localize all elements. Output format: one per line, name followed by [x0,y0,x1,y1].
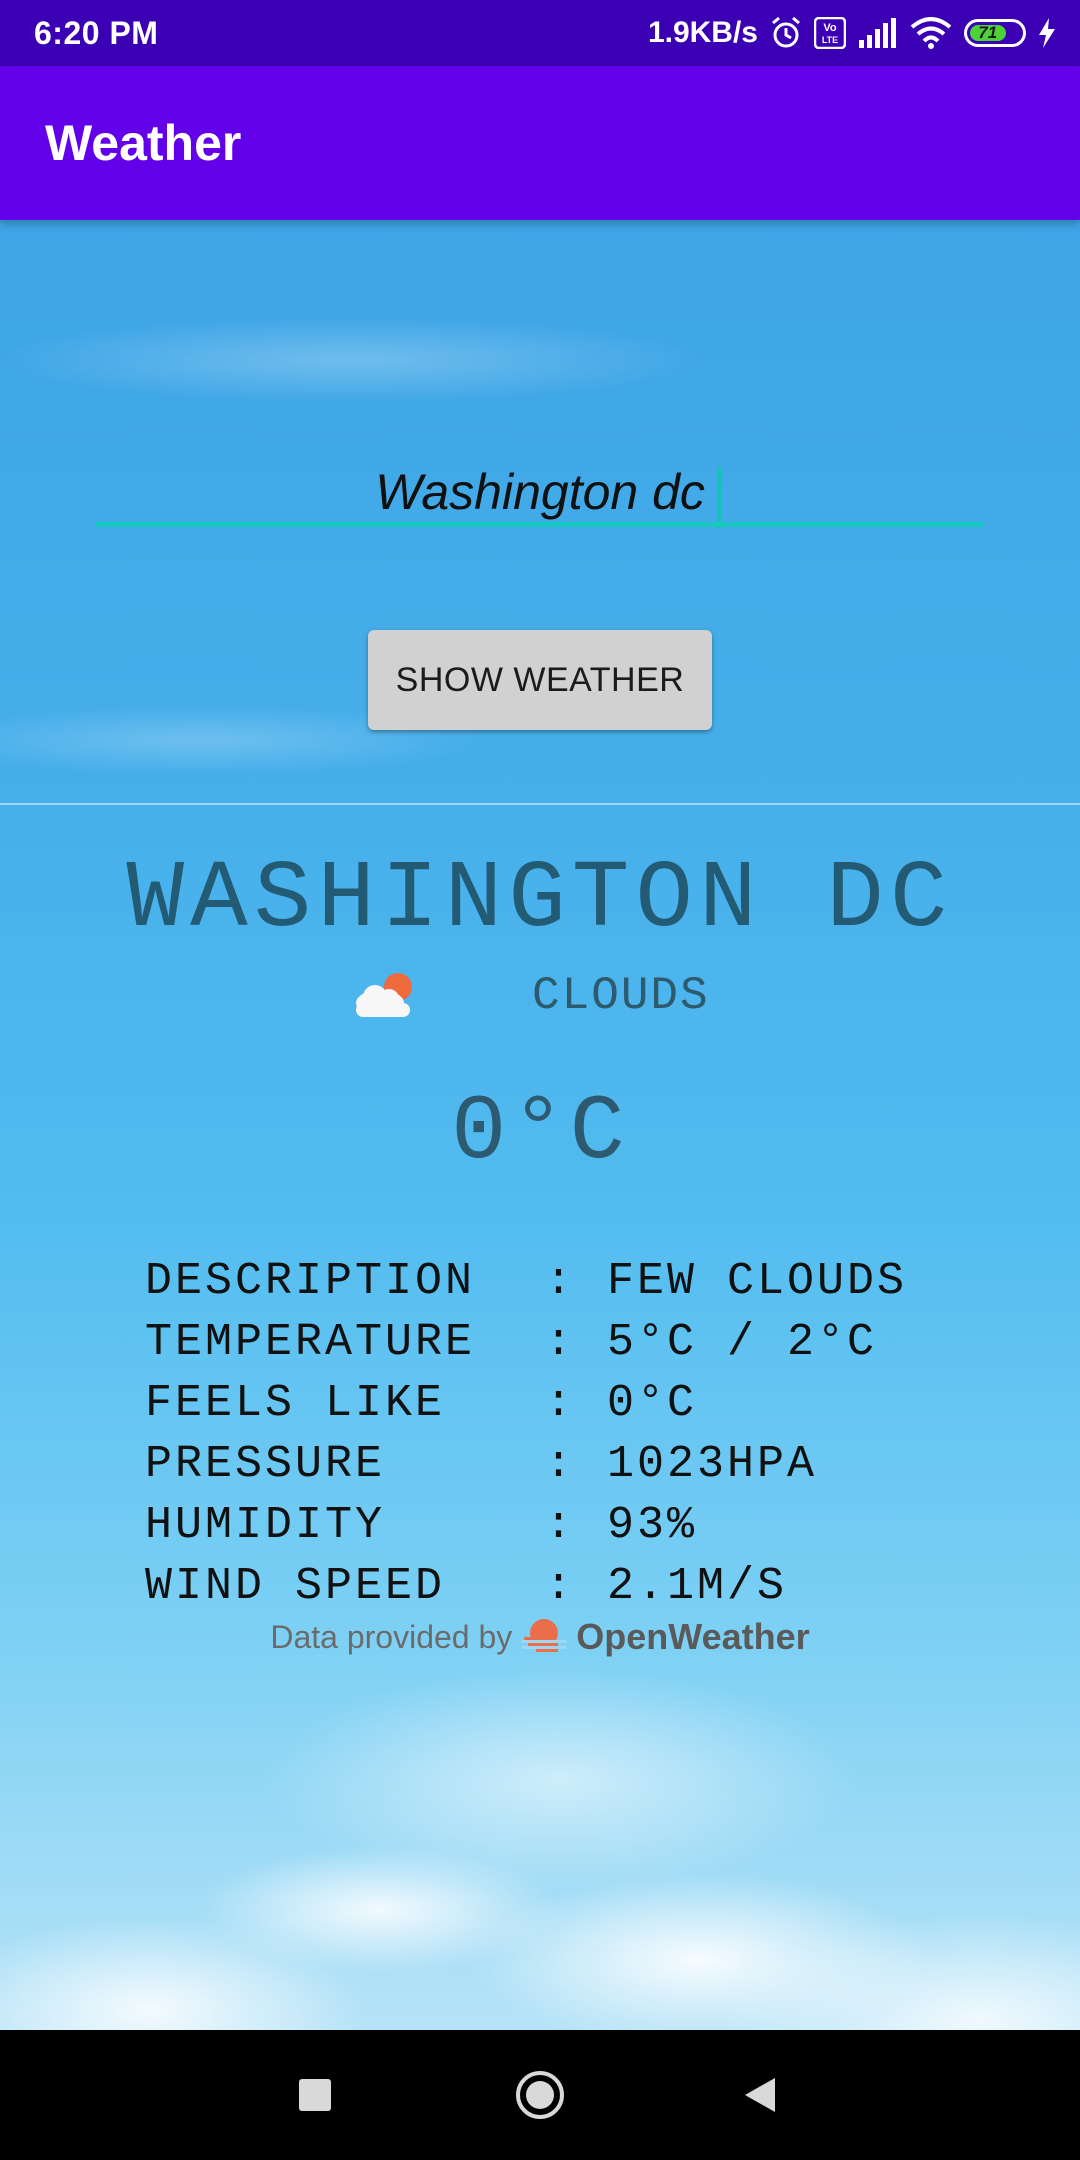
divider [0,803,1080,805]
detail-label: HUMIDITY [145,1500,386,1551]
svg-text:LTE: LTE [822,35,838,45]
home-circle-icon[interactable] [495,2030,585,2160]
detail-label: FEELS LIKE [145,1378,446,1429]
detail-separator: : [545,1378,576,1429]
alarm-icon [770,16,802,50]
detail-label: WIND SPEED [145,1561,446,1612]
back-triangle-icon[interactable] [715,2030,805,2160]
detail-separator: : [545,1439,576,1490]
condition-row: CLOUDS [350,961,710,1031]
show-weather-button[interactable]: SHOW WEATHER [368,630,712,730]
detail-row-wind-speed: WIND SPEED : 2.1M/S [145,1561,907,1612]
network-speed: 1.9KB/s [647,16,758,49]
weather-details: DESCRIPTION : FEW CLOUDS TEMPERATURE : 5… [145,1256,908,1612]
detail-separator: : [545,1317,576,1368]
status-bar: 6:20 PM 1.9KB/s Vo LTE 71 [0,0,1080,66]
app-title: Weather [45,115,242,171]
battery-level: 71 [970,23,1006,42]
detail-row-description: DESCRIPTION : FEW CLOUDS [145,1256,908,1307]
city-input-container[interactable] [96,450,984,542]
detail-value: 1023HPA [607,1439,818,1490]
current-temperature: 0°C [451,1080,629,1185]
condition-text: CLOUDS [532,970,710,1022]
svg-text:Vo: Vo [823,22,837,34]
detail-value: 5°C / 2°C [607,1317,878,1368]
input-underline [96,522,984,527]
signal-icon [858,18,898,48]
detail-value: FEW CLOUDS [607,1256,908,1307]
attribution-brand: OpenWeather [576,1616,810,1657]
recents-square-icon[interactable] [270,2030,360,2160]
city-name: WASHINGTON DC [126,845,954,954]
status-icons: 1.9KB/s Vo LTE 71 [648,0,1056,66]
volte-icon: Vo LTE [814,17,846,49]
attribution-prefix: Data provided by [270,1618,513,1655]
detail-value: 93% [607,1500,698,1551]
navigation-bar [0,2030,1080,2160]
detail-value: 0°C [607,1378,698,1429]
detail-row-humidity: HUMIDITY : 93% [145,1500,907,1551]
openweather-logo-icon [522,1617,567,1658]
text-cursor [717,466,721,528]
detail-value: 2.1M/S [607,1561,788,1612]
weather-screen: SHOW WEATHER WASHINGTON DC CLOUDS 0°C DE… [0,220,1080,2030]
wifi-icon [910,17,952,49]
partly-cloudy-icon [350,969,422,1024]
app-bar: Weather [0,66,1080,220]
data-attribution[interactable]: Data provided by OpenWeather [0,1616,1080,1658]
detail-row-pressure: PRESSURE : 1023HPA [145,1439,907,1490]
detail-separator: : [545,1561,576,1612]
detail-label: DESCRIPTION [145,1256,476,1307]
detail-separator: : [545,1500,576,1551]
charging-icon [1038,18,1056,48]
battery-icon: 71 [964,19,1026,47]
detail-label: PRESSURE [145,1439,386,1490]
detail-separator: : [545,1256,576,1307]
detail-row-temperature: TEMPERATURE : 5°C / 2°C [145,1317,907,1368]
detail-row-feels-like: FEELS LIKE : 0°C [145,1378,907,1429]
detail-label: TEMPERATURE [145,1317,476,1368]
status-time: 6:20 PM [34,15,159,51]
